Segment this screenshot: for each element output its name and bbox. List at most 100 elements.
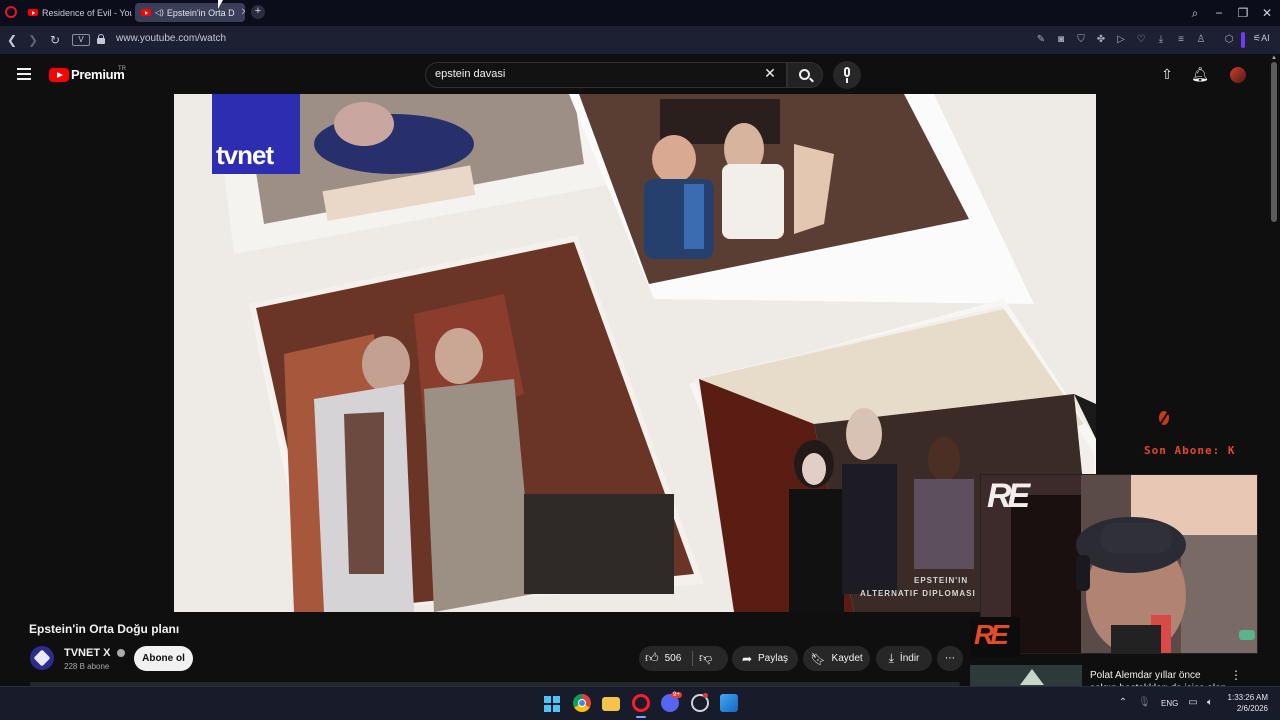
video-caption-line2: ALTERNATIF DIPLOMASI [860, 589, 976, 598]
like-button[interactable]: 👍︎ 506 [645, 650, 681, 666]
volume-icon[interactable]: 🔈︎ [1204, 697, 1216, 709]
mouse-cursor-icon [218, 0, 223, 9]
search-button[interactable] [787, 62, 823, 88]
subscribe-button[interactable]: Abone ol [134, 646, 193, 671]
shield-icon[interactable]: ⛉ [1074, 33, 1088, 47]
tvnet-brand-overlay: tvnet [216, 140, 274, 170]
back-icon[interactable]: ❮ [3, 31, 21, 49]
tab-residence-of-evil[interactable]: Residence of Evil - YouTub [22, 3, 132, 22]
youtube-logo-text[interactable]: Premium [71, 67, 125, 82]
extension-icon[interactable]: ✤ [1094, 33, 1108, 47]
windows-start-icon[interactable] [544, 696, 560, 712]
tab-label: Residence of Evil - YouTub [42, 7, 132, 18]
scrollbar-thumb[interactable] [1271, 62, 1277, 222]
aria-ai-button[interactable]: ⚟AI [1253, 33, 1270, 44]
like-count: 506 [664, 652, 682, 664]
chrome-icon[interactable] [573, 694, 591, 712]
share-label: Paylaş [758, 653, 789, 664]
more-dots-icon: ⋯ [945, 653, 955, 664]
close-window-icon[interactable]: ✕ [1257, 4, 1277, 22]
thumbs-down-icon: 👎︎ [699, 650, 713, 665]
upload-icon[interactable]: ⇧ [1157, 64, 1177, 84]
bookmark-icon: 🔖︎ [810, 651, 826, 666]
share-icon: ➦ [741, 651, 753, 666]
channel-logo-box: RE [970, 617, 1020, 657]
webcam-overlay: RE [980, 474, 1258, 654]
download-arrow-icon: ⤓ [888, 651, 894, 665]
vpn-label: V [78, 35, 84, 44]
youtube-favicon [141, 9, 151, 16]
edit-icon[interactable]: ✎ [1034, 33, 1048, 47]
vpn-badge[interactable]: V [72, 34, 90, 46]
search-query[interactable]: epstein davasi [435, 68, 505, 80]
tab-epstein[interactable]: ◁) Epstein'in Orta D ✕ [135, 3, 245, 22]
verified-icon [116, 649, 125, 658]
tray-chevron-icon[interactable]: ⌃ [1117, 697, 1129, 709]
feather-logo-icon [1157, 409, 1171, 427]
heart-icon[interactable]: ♡ [1134, 33, 1148, 47]
minimize-icon[interactable]: − [1209, 4, 1229, 22]
profile-icon[interactable]: ♙ [1194, 33, 1208, 47]
discord-badge: 9+ [671, 692, 682, 698]
recommended-more-icon[interactable]: ⋮ [1230, 668, 1242, 682]
play-icon[interactable]: ▷ [1114, 33, 1128, 47]
opera-taskbar-icon[interactable] [632, 694, 650, 712]
download-label: İndir [899, 653, 920, 664]
video-frame [174, 94, 1096, 612]
new-tab-button[interactable]: + [251, 5, 265, 19]
maximize-icon[interactable]: ❐ [1233, 4, 1253, 22]
keyboard-language[interactable]: ENG [1161, 699, 1178, 708]
channel-avatar[interactable] [30, 646, 54, 670]
camera-icon[interactable]: ◙ [1054, 33, 1068, 47]
download-button[interactable]: ⤓ İndir [876, 646, 932, 671]
steam-badge [703, 693, 708, 698]
video-player[interactable]: tvnet EPSTEIN'IN ALTERNATIF DIPLOMASI [174, 94, 1096, 612]
tray-mic-icon[interactable]: 🎙︎ [1138, 697, 1151, 709]
notifications-bell-icon[interactable]: 🔔︎ [1190, 64, 1210, 84]
save-label: Kaydet [831, 653, 863, 664]
file-explorer-icon[interactable] [602, 697, 620, 711]
save-button[interactable]: 🔖︎ Kaydet [803, 646, 870, 671]
photos-icon[interactable] [720, 694, 738, 712]
clock-date[interactable]: 2/6/2026 [1222, 704, 1268, 713]
hamburger-menu-icon[interactable] [17, 68, 31, 80]
dislike-button[interactable]: 👎︎ [699, 650, 712, 666]
cube-icon[interactable]: ⬡ [1222, 33, 1236, 47]
clear-search-icon[interactable]: ✕ [762, 65, 778, 82]
last-subscriber-label: Son Abone: K [1144, 444, 1236, 457]
thumbs-up-icon: 👍︎ [645, 650, 659, 665]
logo-region-code: TR [118, 66, 126, 72]
channel-name[interactable]: TVNET X [64, 647, 125, 659]
recommended-thumbnail[interactable] [970, 665, 1082, 687]
network-icon[interactable]: ▭ [1187, 697, 1199, 709]
youtube-logo-icon[interactable] [49, 68, 69, 82]
share-button[interactable]: ➦ Paylaş [732, 646, 798, 671]
cam-re-logo: RE [987, 477, 1030, 515]
search-tabs-icon[interactable]: ⌕ [1185, 4, 1205, 22]
reload-icon[interactable]: ↻ [46, 31, 64, 49]
close-tab-icon[interactable]: ✕ [241, 7, 245, 18]
video-title: Epstein'in Orta Doğu planı [29, 622, 180, 636]
forward-icon[interactable]: ❯ [24, 31, 42, 49]
channel-name-text: TVNET X [64, 647, 111, 659]
download-icon[interactable]: ⤓ [1154, 33, 1168, 47]
microphone-icon [844, 67, 850, 77]
opera-icon[interactable] [5, 6, 17, 18]
voice-search-button[interactable] [833, 61, 861, 89]
clock-time[interactable]: 1:33:26 AM [1222, 693, 1268, 702]
active-app-indicator [636, 716, 646, 718]
tab-label: Epstein'in Orta D [166, 7, 235, 18]
speaker-icon: ◁) [155, 8, 164, 17]
video-caption-line1: EPSTEIN'IN [914, 576, 969, 585]
subscriber-count: 228 B abone [64, 662, 110, 671]
scroll-up-arrow-icon[interactable]: ▲ [1271, 55, 1277, 61]
menu-lines-icon[interactable]: ≡ [1174, 33, 1188, 47]
divider [1241, 32, 1245, 48]
account-avatar[interactable] [1230, 67, 1246, 83]
more-actions-button[interactable]: ⋯ [937, 646, 963, 671]
youtube-favicon [28, 9, 38, 16]
lock-icon[interactable] [97, 34, 105, 44]
url-text[interactable]: www.youtube.com/watch [116, 33, 226, 44]
like-divider [692, 651, 693, 666]
channel-logo-text: RE [974, 619, 1009, 650]
